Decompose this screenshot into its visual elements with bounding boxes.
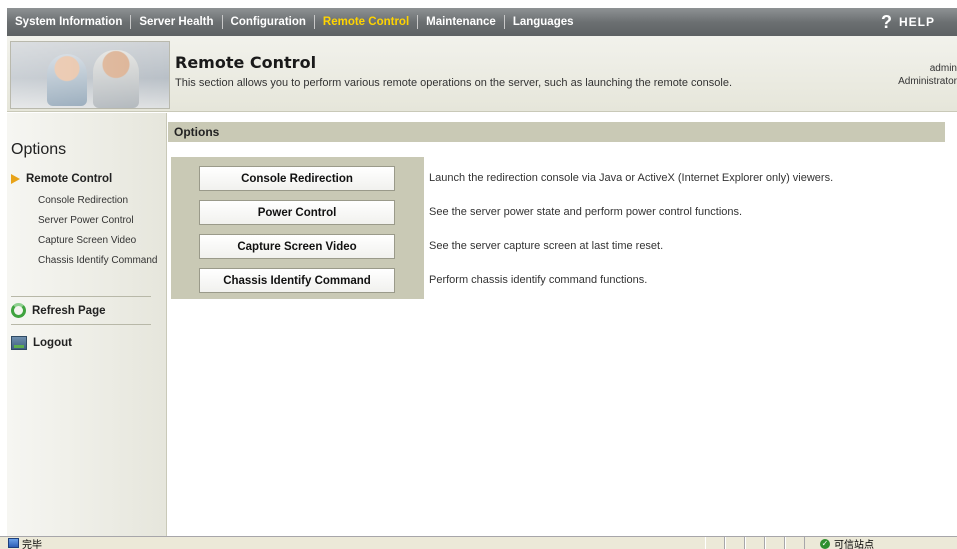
options-bar: Options — [168, 122, 945, 142]
power-control-button[interactable]: Power Control — [199, 200, 395, 225]
sidebar-divider — [11, 296, 151, 297]
refresh-page-label: Refresh Page — [32, 304, 106, 317]
logout-label: Logout — [33, 337, 72, 349]
main-content: Options Console Redirection Power Contro… — [168, 113, 957, 536]
status-panes — [705, 537, 805, 549]
status-pane — [725, 537, 745, 549]
status-pane — [765, 537, 785, 549]
nav-bar: System Information Server Health Configu… — [7, 8, 957, 36]
console-redirection-description: Launch the redirection console via Java … — [429, 172, 834, 184]
page-header: Remote Control This section allows you t… — [7, 36, 957, 112]
check-icon: ✓ — [820, 538, 830, 549]
chassis-identify-command-description: Perform chassis identify command functio… — [429, 274, 648, 286]
security-zone[interactable]: ✓ 可信站点 — [820, 537, 874, 549]
help-label: HELP — [898, 15, 935, 29]
photo-shade — [11, 42, 169, 108]
capture-screen-video-description: See the server capture screen at last ti… — [429, 240, 664, 252]
nav-remote-control[interactable]: Remote Control — [315, 16, 417, 28]
user-role: Administrator — [898, 76, 957, 87]
zone-text: 可信站点 — [834, 540, 874, 549]
page-description: This section allows you to perform vario… — [175, 77, 733, 89]
logout-link[interactable]: Logout — [11, 336, 72, 350]
sidebar-item-console-redirection[interactable]: Console Redirection — [38, 194, 163, 207]
logout-icon — [11, 336, 27, 350]
status-pane — [745, 537, 765, 549]
page-title: Remote Control — [175, 53, 317, 72]
sidebar-divider — [11, 324, 151, 325]
nav-system-information[interactable]: System Information — [7, 16, 130, 28]
capture-screen-video-button[interactable]: Capture Screen Video — [199, 234, 395, 259]
status-pane — [785, 537, 805, 549]
power-control-description: See the server power state and perform p… — [429, 206, 743, 218]
nav-server-health[interactable]: Server Health — [131, 16, 221, 28]
page-icon — [8, 538, 19, 548]
status-pane — [705, 537, 725, 549]
header-photo — [10, 41, 170, 109]
sidebar-section-remote-control[interactable]: Remote Control — [11, 173, 112, 185]
arrow-right-icon — [11, 174, 20, 184]
help-icon: ? — [880, 11, 893, 32]
refresh-page-link[interactable]: Refresh Page — [11, 303, 106, 318]
chassis-identify-command-button[interactable]: Chassis Identify Command — [199, 268, 395, 293]
help-link[interactable]: ? HELP — [881, 8, 935, 36]
sidebar: Options Remote Control Console Redirecti… — [7, 113, 167, 536]
user-name: admin — [929, 63, 957, 74]
console-redirection-button[interactable]: Console Redirection — [199, 166, 395, 191]
status-left: 完毕 — [0, 536, 42, 549]
nav-languages[interactable]: Languages — [505, 16, 582, 28]
sidebar-item-capture-screen-video[interactable]: Capture Screen Video — [38, 234, 163, 247]
sidebar-item-server-power-control[interactable]: Server Power Control — [38, 214, 163, 227]
browser-status-bar: 完毕 ✓ 可信站点 — [0, 536, 957, 549]
sidebar-title: Options — [11, 141, 67, 158]
nav-configuration[interactable]: Configuration — [223, 16, 314, 28]
sidebar-submenu: Console Redirection Server Power Control… — [38, 194, 163, 274]
refresh-icon — [11, 303, 26, 318]
sidebar-item-chassis-identify-command[interactable]: Chassis Identify Command — [38, 254, 163, 267]
nav-maintenance[interactable]: Maintenance — [418, 16, 504, 28]
options-panel: Console Redirection Power Control Captur… — [171, 157, 424, 299]
status-text: 完毕 — [22, 539, 42, 549]
sidebar-section-label: Remote Control — [26, 173, 113, 185]
